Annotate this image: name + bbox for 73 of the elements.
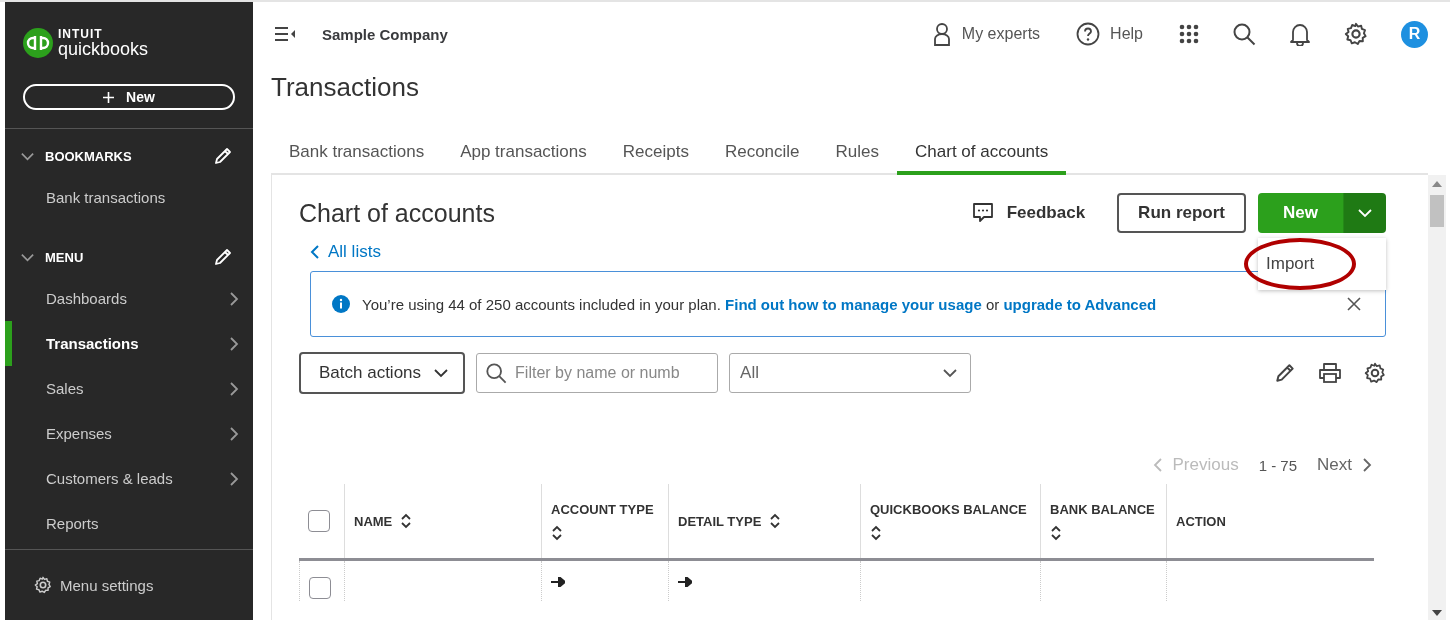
section-title: BOOKMARKS [45, 148, 133, 164]
nav-item[interactable]: Dashboards [5, 276, 253, 321]
tab[interactable]: App transactions [442, 138, 605, 175]
account-type-select[interactable]: All [729, 353, 972, 393]
person-icon [931, 22, 952, 46]
dropdown-button[interactable] [1344, 193, 1386, 233]
close-icon[interactable] [1347, 297, 1361, 311]
banner-link[interactable]: Find out how to manage your usage [725, 295, 982, 313]
new-button[interactable]: New [23, 84, 235, 110]
edit-icon[interactable] [213, 146, 233, 166]
quickbooks-logo-icon [23, 28, 53, 58]
print-icon[interactable] [1318, 362, 1342, 384]
menu-settings-link[interactable]: Menu settings [34, 576, 154, 594]
chevron-left-icon [1152, 457, 1163, 473]
search-icon [485, 362, 508, 384]
page-range: 1 - 75 [1258, 456, 1298, 474]
tab[interactable]: Chart of accounts [897, 138, 1067, 175]
column-header[interactable]: NAME [354, 513, 413, 529]
nav-item[interactable]: Bank transactions [5, 175, 253, 220]
row-checkbox[interactable] [309, 577, 331, 599]
collapse-menu-icon[interactable] [274, 26, 296, 42]
banner-link[interactable]: upgrade to Advanced [1003, 295, 1157, 313]
arrow-right-icon [678, 577, 692, 587]
scroll-up-icon [1432, 181, 1442, 187]
nav-item[interactable]: Transactions [5, 321, 253, 366]
nav-item[interactable]: Sales [5, 366, 253, 411]
edit-icon[interactable] [1274, 362, 1296, 384]
back-link[interactable]: All lists [310, 242, 381, 262]
column-header[interactable]: BANK BALANCE [1050, 501, 1155, 541]
batch-actions-button[interactable]: Batch actions [299, 352, 466, 394]
column-header[interactable]: ACCOUNT TYPE [551, 501, 654, 541]
edit-icon[interactable] [213, 247, 233, 267]
settings-icon[interactable] [1344, 22, 1368, 46]
feedback-button[interactable]: Feedback [970, 201, 1086, 225]
notification-bell-icon[interactable] [1289, 22, 1311, 46]
menu-item[interactable]: Import [1258, 246, 1386, 282]
help-button[interactable]: Help [1076, 22, 1143, 46]
tab[interactable]: Bank transactions [271, 138, 443, 175]
scrollbar[interactable] [1428, 175, 1446, 620]
chat-bubble-icon [970, 201, 995, 225]
scroll-down-icon [1432, 610, 1442, 616]
arrow-right-icon [551, 577, 565, 587]
filter-field[interactable]: Filter by name or numb [476, 353, 719, 393]
tab[interactable]: Rules [817, 138, 898, 175]
chevron-left-icon [310, 244, 320, 260]
column-header[interactable]: DETAIL TYPE [678, 513, 782, 529]
brand-maker: INTUIT [58, 28, 104, 40]
nav-item[interactable]: Reports [5, 501, 253, 546]
settings-icon [34, 576, 52, 594]
chevron-right-icon [1362, 457, 1372, 473]
next-button[interactable]: Next [1317, 455, 1372, 475]
my-experts-button[interactable]: My experts [931, 22, 1041, 46]
tab[interactable]: Receipts [604, 138, 707, 175]
brand-name: quickbooks [58, 40, 149, 58]
nav-item[interactable]: Expenses [5, 411, 253, 456]
scrollbar-thumb[interactable] [1430, 195, 1444, 227]
page-title: Transactions [271, 72, 420, 104]
column-header[interactable]: ACTION [1176, 513, 1226, 529]
search-icon[interactable] [1232, 22, 1256, 46]
column-header[interactable]: QUICKBOOKS BALANCE [870, 501, 1027, 541]
nav-item[interactable]: Customers & leads [5, 456, 253, 501]
run-report-button[interactable]: Run report [1117, 193, 1246, 233]
select-all-checkbox[interactable] [308, 510, 330, 532]
company-name: Sample Company [322, 25, 448, 43]
settings-icon[interactable] [1364, 362, 1386, 384]
info-icon [332, 295, 350, 313]
help-icon [1076, 22, 1101, 46]
banner-message: You’re using 44 of 250 accounts included in your plan. Find out how to manage your usage or upgrade to Advanced [362, 295, 1157, 313]
plus-icon [103, 91, 115, 103]
apps-grid-icon[interactable] [1179, 24, 1199, 44]
section-heading: Chart of accounts [299, 198, 495, 228]
tab[interactable]: Reconcile [706, 138, 818, 175]
section-title: MENU [45, 249, 85, 265]
